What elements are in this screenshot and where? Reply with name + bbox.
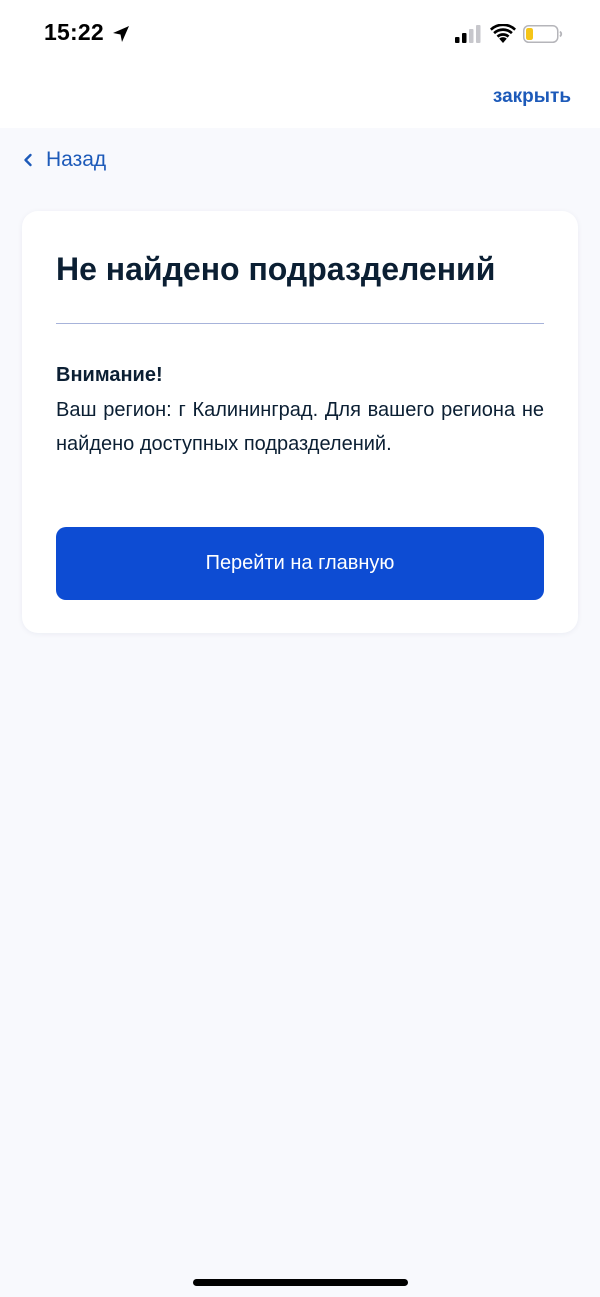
close-link[interactable]: закрыть [493, 86, 571, 108]
notice-text: Ваш регион: г Калининград. Для вашего ре… [56, 399, 544, 455]
divider [56, 323, 544, 324]
wifi-icon [490, 24, 516, 43]
battery-low-icon [523, 25, 563, 43]
location-arrow-icon [113, 26, 129, 42]
top-app-bar: закрыть [0, 68, 600, 128]
status-bar: 15:22 [0, 0, 600, 68]
page-title: Не найдено подразделений [56, 251, 496, 287]
home-indicator [193, 1279, 408, 1286]
status-time: 15:22 [44, 19, 104, 45]
go-home-button[interactable]: Перейти на главную [56, 527, 544, 600]
back-link-label: Назад [46, 148, 107, 171]
back-link[interactable]: Назад [22, 148, 106, 172]
no-departments-card: Не найдено подразделений Внимание! Ваш р… [22, 211, 578, 633]
chevron-left-icon [24, 153, 32, 167]
notice-heading: Внимание! [56, 364, 163, 386]
cellular-signal-icon [455, 25, 481, 43]
